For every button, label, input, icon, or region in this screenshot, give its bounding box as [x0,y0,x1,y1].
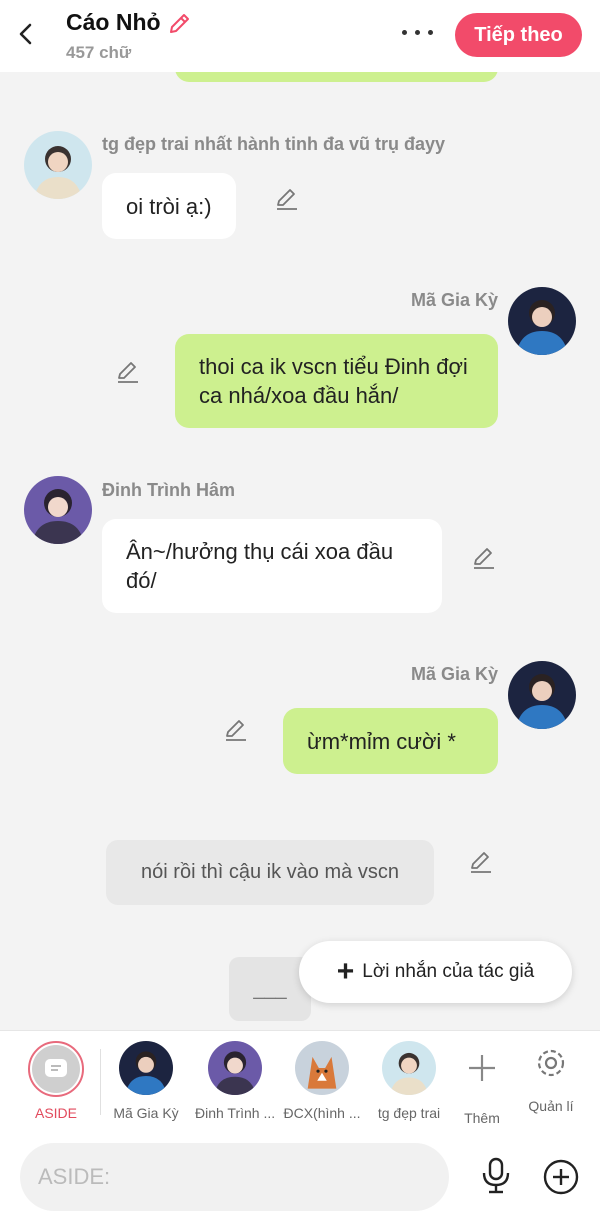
sender-name: Mã Gia Kỳ [410,290,498,310]
character-label: ĐCX(hình ... [283,1105,361,1121]
edit-title-icon[interactable] [167,10,193,36]
add-character-button[interactable]: Thêm [458,1041,506,1126]
plus-icon: + [336,955,355,988]
avatar[interactable] [508,287,576,355]
sender-name: Mã Gia Kỳ [410,664,498,684]
message-bubble[interactable]: ừm*mỉm cười * [283,708,498,774]
aside-label: ASIDE [34,1105,77,1121]
edit-message-icon[interactable] [223,716,249,742]
character-dinh-trinh-ham[interactable]: Đinh Trình ... [195,1041,275,1121]
message-bubble[interactable]: Ân~/hưởng thụ cái xoa đầu đó/ [102,519,442,613]
character-ma-gia-ky[interactable]: Mã Gia Kỳ [110,1041,182,1121]
avatar [208,1041,262,1095]
character-dcx[interactable]: ĐCX(hình ... [283,1041,361,1121]
sender-name: tg đẹp trai nhất hành tinh đa vũ trụ đay… [102,134,446,154]
divider [100,1049,101,1115]
character-label: Đinh Trình ... [195,1105,276,1121]
character-bar: ASIDE Mã Gia Kỳ Đinh Trình ... ĐCX(hình … [0,1030,600,1133]
manage-button[interactable]: Quản lí [526,1041,576,1114]
avatar [382,1041,436,1095]
avatar[interactable] [508,661,576,729]
avatar [119,1041,173,1095]
edit-message-icon[interactable] [471,544,497,570]
manage-label: Quản lí [528,1098,574,1114]
plus-icon [469,1055,495,1081]
aside-selector[interactable]: ASIDE [26,1041,86,1121]
avatar[interactable] [24,476,92,544]
add-label: Thêm [464,1110,500,1126]
story-title[interactable]: Cáo Nhỏ [66,9,161,36]
top-bar: Cáo Nhỏ 457 chữ Tiếp theo [0,0,600,72]
narration-bubble[interactable]: nói rồi thì cậu ik vào mà vscn [106,840,434,905]
edit-message-icon[interactable] [274,185,300,211]
author-note-button[interactable]: + Lời nhắn của tác giả [299,941,572,1003]
gear-icon [537,1049,565,1077]
message-bubble[interactable]: thoi ca ik vscn tiểu Đinh đợi ca nhá/xoa… [175,334,498,428]
back-arrow-icon[interactable] [14,20,38,48]
more-options-icon[interactable] [398,23,438,43]
author-note-label: Lời nhắn của tác giả [362,961,535,982]
sender-name: Đinh Trình Hâm [102,480,236,500]
message-input[interactable] [20,1143,449,1211]
next-button[interactable]: Tiếp theo [455,13,582,57]
character-label: Mã Gia Kỳ [113,1105,179,1121]
input-bar [0,1133,600,1221]
word-count: 457 chữ [66,43,132,62]
aside-icon [28,1041,84,1097]
previous-message-bubble[interactable] [175,72,498,82]
chat-area[interactable]: tg đẹp trai nhất hành tinh đa vũ trụ đay… [0,72,600,1030]
character-tg[interactable]: tg đẹp trai [370,1041,448,1121]
message-bubble[interactable]: oi tròi ạ:) [102,173,236,239]
microphone-icon[interactable] [480,1157,512,1195]
character-label: tg đẹp trai [377,1105,441,1121]
edit-message-icon[interactable] [468,848,494,874]
add-circle-icon[interactable] [543,1159,579,1195]
avatar[interactable] [24,131,92,199]
fox-avatar [295,1041,349,1095]
edit-message-icon[interactable] [115,358,141,384]
